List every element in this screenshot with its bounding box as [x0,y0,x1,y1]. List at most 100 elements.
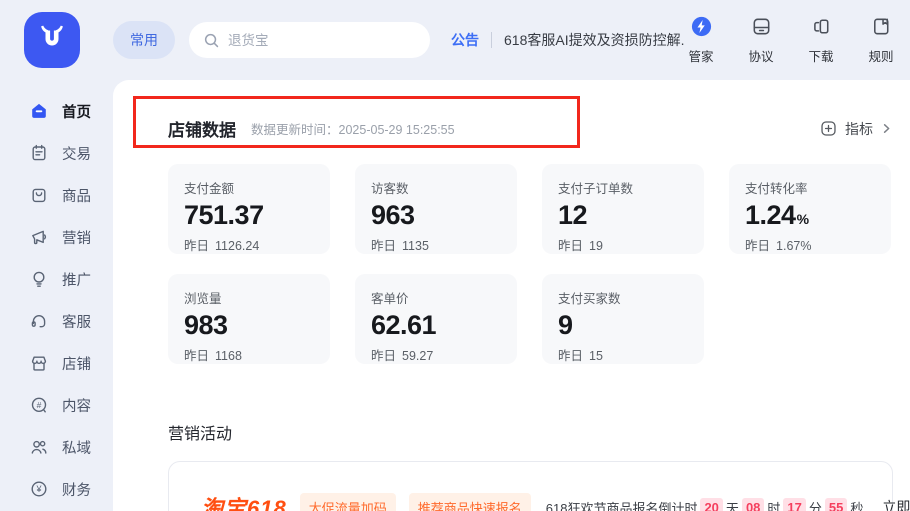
agreement-icon [750,15,773,43]
butler-lightning-icon [690,15,713,43]
metric-yesterday: 昨日59.27 [371,345,501,364]
sidebar-item-label: 商品 [62,185,91,206]
promotion-bulb-icon [29,269,49,289]
sidebar-item-label: 内容 [62,395,91,416]
metric-label: 支付子订单数 [558,178,688,197]
sidebar-item-shop[interactable]: 店铺 [0,342,113,384]
metric-card-paid-suborders[interactable]: 支付子订单数 12 昨日19 [542,164,704,254]
page-title: 店铺数据 [168,116,236,141]
metric-yesterday: 昨日1135 [371,235,501,254]
marketing-section-title: 营销活动 [168,420,893,444]
store-data-header: 店铺数据 数据更新时间：2025-05-29 15:25:55 指标 [168,116,893,141]
metric-card-conversion-rate[interactable]: 支付转化率 1.24% 昨日1.67% [729,164,891,254]
metric-value: 9 [558,310,688,341]
metric-label: 支付买家数 [558,288,688,307]
content-hash-icon: # [29,395,49,415]
sidebar-item-label: 推广 [62,269,91,290]
metric-value: 12 [558,200,688,231]
promo-tag[interactable]: 推荐商品快速报名 [409,493,531,511]
promo-tag[interactable]: 大促流量加码 [300,493,396,511]
topbar-action-rules[interactable]: 规则 [864,15,898,65]
announcement: 公告 618客服AI提效及资损防控解... [451,30,684,50]
countdown: 618狂欢节商品报名倒计时 20 天 08 时 17 分 55 秒 [546,498,864,511]
countdown-prefix: 618狂欢节商品报名倒计时 [546,498,698,511]
search-input[interactable] [228,33,416,48]
metric-label: 支付转化率 [745,178,875,197]
countdown-minutes: 17 [783,498,805,511]
shop-awning-icon [29,353,49,373]
sidebar-item-goods[interactable]: 商品 [0,174,113,216]
sidebar-item-label: 私域 [62,437,91,458]
goods-bag-icon [29,185,49,205]
plus-square-icon [819,119,838,138]
topbar: 常用 公告 618客服AI提效及资损防控解... [0,0,910,80]
metric-card-page-views[interactable]: 浏览量 983 昨日1168 [168,274,330,364]
trade-order-icon [29,143,49,163]
sidebar-item-marketing[interactable]: 营销 [0,216,113,258]
ox-logo-icon [35,21,69,60]
promo-banner[interactable]: 淘宝618 大促流量加码 推荐商品快速报名 618狂欢节商品报名倒计时 20 天… [168,461,893,511]
sidebar: 首页 交易 商品 [0,80,113,511]
metric-cards: 支付金额 751.37 昨日1126.24 访客数 963 昨日1135 支付子… [168,164,893,364]
metric-card-payment-amount[interactable]: 支付金额 751.37 昨日1126.24 [168,164,330,254]
metric-value: 1.24% [745,200,875,231]
signup-now-button[interactable]: 立即报名 [882,497,910,511]
metric-card-visitors[interactable]: 访客数 963 昨日1135 [355,164,517,254]
sidebar-item-label: 店铺 [62,353,91,374]
metrics-button[interactable]: 指标 [819,119,893,139]
topbar-action-agreement[interactable]: 协议 [744,15,778,65]
svg-text:¥: ¥ [35,484,42,494]
search-box[interactable] [189,22,430,58]
sidebar-item-customer-service[interactable]: 客服 [0,300,113,342]
sidebar-item-label: 首页 [62,101,91,122]
metric-yesterday: 昨日1168 [184,345,314,364]
search-icon [203,32,220,49]
customer-service-headset-icon [29,311,49,331]
metric-yesterday: 昨日19 [558,235,688,254]
metric-label: 浏览量 [184,288,314,307]
metric-value: 751.37 [184,200,314,231]
divider [491,32,492,48]
metric-card-paying-buyers[interactable]: 支付买家数 9 昨日15 [542,274,704,364]
download-icon [810,15,833,43]
metric-value: 963 [371,200,501,231]
private-domain-people-icon [29,437,49,457]
announcement-text[interactable]: 618客服AI提效及资损防控解... [504,30,684,50]
sidebar-item-label: 营销 [62,227,91,248]
metric-card-avg-order-value[interactable]: 客单价 62.61 昨日59.27 [355,274,517,364]
metric-label: 支付金额 [184,178,314,197]
sidebar-item-label: 财务 [62,479,91,500]
home-icon [29,101,49,121]
rules-book-icon [870,15,893,43]
finance-yen-icon: ¥ [29,479,49,499]
sidebar-item-finance[interactable]: ¥ 财务 [0,468,113,510]
main-content: 店铺数据 数据更新时间：2025-05-29 15:25:55 指标 [113,80,910,511]
quick-access-button[interactable]: 常用 [113,21,175,59]
announcement-label: 公告 [451,30,479,50]
topbar-action-butler[interactable]: 管家 [684,15,718,65]
sidebar-item-private-domain[interactable]: 私域 [0,426,113,468]
metric-yesterday: 昨日1.67% [745,235,875,254]
countdown-hours: 08 [742,498,764,511]
metric-value: 62.61 [371,310,501,341]
data-update-time: 数据更新时间：2025-05-29 15:25:55 [251,119,455,138]
topbar-action-download[interactable]: 下载 [804,15,838,65]
sidebar-item-home[interactable]: 首页 [0,90,113,132]
sidebar-item-trade[interactable]: 交易 [0,132,113,174]
metric-value: 983 [184,310,314,341]
chevron-right-icon [880,122,893,135]
metrics-button-label: 指标 [845,119,873,139]
sidebar-item-label: 交易 [62,143,91,164]
qianniu-dashboard: 常用 公告 618客服AI提效及资损防控解... [0,0,910,511]
metric-label: 访客数 [371,178,501,197]
sidebar-item-label: 客服 [62,311,91,332]
svg-text:#: # [37,400,42,410]
countdown-seconds: 55 [825,498,847,511]
sidebar-item-promotion[interactable]: 推广 [0,258,113,300]
qianniu-logo[interactable] [24,12,80,68]
sidebar-item-content[interactable]: # 内容 [0,384,113,426]
countdown-days: 20 [700,498,722,511]
taobao-618-logo[interactable]: 淘宝618 [201,491,287,511]
metric-label: 客单价 [371,288,501,307]
marketing-megaphone-icon [29,227,49,247]
